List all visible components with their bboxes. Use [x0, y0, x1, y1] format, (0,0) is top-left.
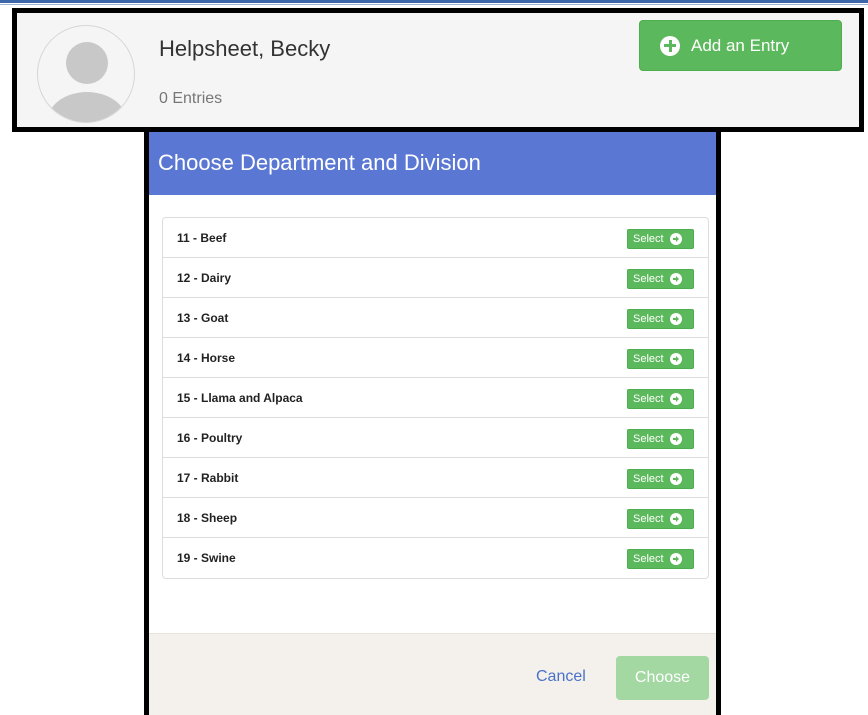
department-label: 13 - Goat	[177, 311, 229, 325]
modal-footer: Cancel Choose	[149, 633, 716, 715]
profile-header: Helpsheet, Becky 0 Entries Add an Entry	[12, 8, 864, 132]
select-button[interactable]: Select	[627, 269, 694, 289]
arrow-circle-right-icon	[669, 513, 682, 525]
modal-title: Choose Department and Division	[158, 150, 481, 175]
user-silhouette-icon	[66, 42, 108, 84]
cancel-button[interactable]: Cancel	[536, 668, 586, 686]
list-item: 14 - Horse Select	[163, 338, 708, 378]
department-label: 14 - Horse	[177, 351, 236, 365]
select-button[interactable]: Select	[627, 429, 694, 449]
list-item: 11 - Beef Select	[163, 218, 708, 258]
entries-count: 0 Entries	[159, 90, 223, 107]
select-label: Select	[633, 313, 664, 325]
list-item: 16 - Poultry Select	[163, 418, 708, 458]
select-label: Select	[633, 433, 664, 445]
select-label: Select	[633, 233, 664, 245]
department-label: 12 - Dairy	[177, 271, 232, 285]
select-button[interactable]: Select	[627, 309, 694, 329]
select-button[interactable]: Select	[627, 549, 694, 569]
list-item: 19 - Swine Select	[163, 538, 708, 578]
department-label: 16 - Poultry	[177, 431, 243, 445]
department-label: 11 - Beef	[177, 231, 227, 245]
select-button[interactable]: Select	[627, 469, 694, 489]
department-list: 11 - Beef Select 12 - Dairy Select 13 - …	[162, 217, 709, 579]
list-item: 17 - Rabbit Select	[163, 458, 708, 498]
select-label: Select	[633, 553, 664, 565]
arrow-circle-right-icon	[669, 433, 682, 445]
arrow-circle-right-icon	[669, 313, 682, 325]
department-label: 17 - Rabbit	[177, 471, 239, 485]
select-button[interactable]: Select	[627, 509, 694, 529]
top-accent-line-secondary	[0, 4, 868, 5]
profile-name: Helpsheet, Becky	[159, 36, 331, 61]
department-label: 18 - Sheep	[177, 511, 238, 525]
select-button[interactable]: Select	[627, 389, 694, 409]
arrow-circle-right-icon	[669, 553, 682, 565]
choose-department-modal: Choose Department and Division 11 - Beef…	[144, 132, 721, 715]
select-label: Select	[633, 353, 664, 365]
arrow-circle-right-icon	[669, 353, 682, 365]
select-button[interactable]: Select	[627, 229, 694, 249]
add-entry-label: Add an Entry	[691, 35, 790, 55]
select-button[interactable]: Select	[627, 349, 694, 369]
select-label: Select	[633, 393, 664, 405]
department-label: 19 - Swine	[177, 551, 236, 565]
arrow-circle-right-icon	[669, 233, 682, 245]
arrow-circle-right-icon	[669, 273, 682, 285]
arrow-circle-right-icon	[669, 393, 682, 405]
select-label: Select	[633, 513, 664, 525]
select-label: Select	[633, 273, 664, 285]
select-label: Select	[633, 473, 664, 485]
choose-button[interactable]: Choose	[616, 656, 709, 700]
user-silhouette-body	[47, 92, 127, 122]
list-item: 13 - Goat Select	[163, 298, 708, 338]
modal-header: Choose Department and Division	[149, 132, 716, 195]
add-entry-button[interactable]: Add an Entry	[639, 20, 842, 71]
avatar	[37, 25, 135, 123]
plus-circle-icon	[660, 35, 680, 56]
department-label: 15 - Llama and Alpaca	[177, 391, 303, 405]
top-accent-line	[0, 0, 868, 3]
arrow-circle-right-icon	[669, 473, 682, 485]
list-item: 12 - Dairy Select	[163, 258, 708, 298]
list-item: 15 - Llama and Alpaca Select	[163, 378, 708, 418]
list-item: 18 - Sheep Select	[163, 498, 708, 538]
